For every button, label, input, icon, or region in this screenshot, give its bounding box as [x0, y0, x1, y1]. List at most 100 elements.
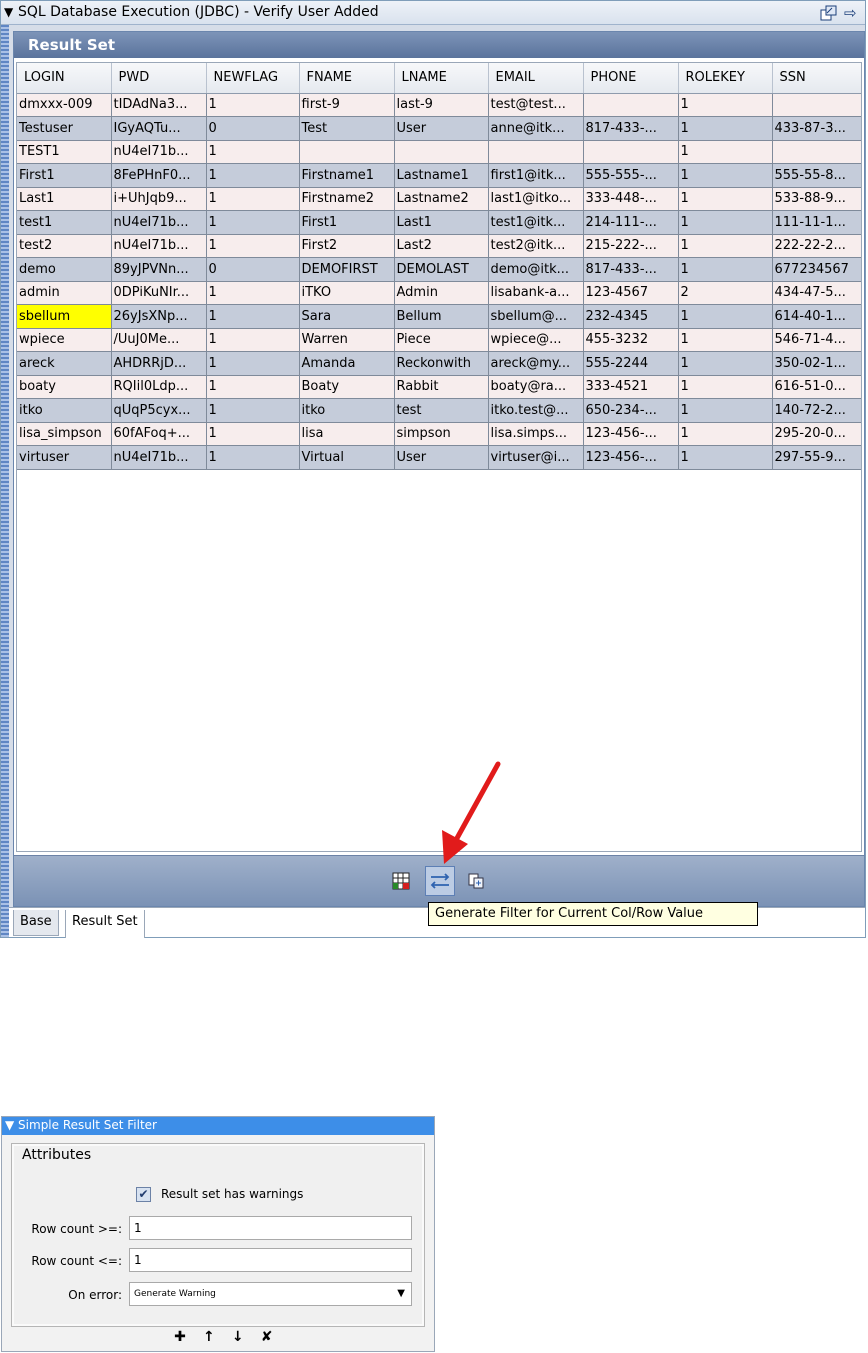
table-cell-rolekey[interactable]: 1: [678, 375, 773, 399]
table-cell-email[interactable]: test2@itk...: [488, 234, 584, 258]
table-cell-fname[interactable]: Firstname1: [299, 163, 395, 188]
row-count-min-input[interactable]: 1: [129, 1216, 412, 1240]
table-cell-email[interactable]: sbellum@...: [488, 304, 584, 329]
arrow-right-icon[interactable]: ⇨: [844, 4, 857, 22]
table-cell-rolekey[interactable]: 1: [678, 93, 773, 117]
table-cell-pwd[interactable]: tIDAdNa3...: [111, 93, 207, 117]
table-cell-fname[interactable]: Virtual: [299, 445, 395, 470]
table-cell-fname[interactable]: Test: [299, 116, 395, 141]
table-cell-lname[interactable]: Lastname1: [394, 163, 489, 188]
table-cell-email[interactable]: virtuser@i...: [488, 445, 584, 470]
table-cell-login[interactable]: First1: [17, 163, 112, 188]
table-cell-pwd[interactable]: RQIil0Ldp...: [111, 375, 207, 399]
table-cell-rolekey[interactable]: 1: [678, 163, 773, 188]
table-cell-email[interactable]: areck@my...: [488, 351, 584, 376]
table-cell-lname[interactable]: Piece: [394, 328, 489, 352]
detach-window-icon[interactable]: [820, 5, 837, 21]
table-cell-lname[interactable]: Admin: [394, 281, 489, 305]
table-cell-ssn[interactable]: 222-22-2...: [772, 234, 861, 258]
table-row[interactable]: Testuser IGyAQTu... 0 Test User anne@itk... 81…: [17, 116, 861, 141]
table-cell-newflag[interactable]: 1: [206, 422, 300, 446]
table-cell-pwd[interactable]: 0DPiKuNIr...: [111, 281, 207, 305]
table-cell-email[interactable]: test1@itk...: [488, 210, 584, 235]
table-cell-fname[interactable]: Amanda: [299, 351, 395, 376]
table-cell-pwd[interactable]: 89yJPVNn...: [111, 257, 207, 282]
table-cell-phone[interactable]: 555-2244: [583, 351, 679, 376]
table-cell-email[interactable]: lisa.simps...: [488, 422, 584, 446]
table-cell-phone[interactable]: 232-4345: [583, 304, 679, 329]
table-cell-login[interactable]: TEST1: [17, 140, 112, 164]
table-cell-newflag[interactable]: 1: [206, 328, 300, 352]
tab-result-set[interactable]: Result Set: [65, 910, 145, 938]
table-cell-pwd[interactable]: qUqP5cyx...: [111, 398, 207, 423]
table-cell-email[interactable]: last1@itko...: [488, 187, 584, 211]
table-cell-lname[interactable]: Bellum: [394, 304, 489, 329]
table-cell-email[interactable]: wpiece@...: [488, 328, 584, 352]
column-header-email[interactable]: EMAIL: [488, 63, 584, 94]
copy-icon[interactable]: [465, 870, 487, 892]
table-cell-fname[interactable]: Sara: [299, 304, 395, 329]
table-row[interactable]: areck AHDRRjD... 1 Amanda Reckonwith areck@my…: [17, 351, 861, 376]
table-cell-fname[interactable]: DEMOFIRST: [299, 257, 395, 282]
table-cell-login[interactable]: test2: [17, 234, 112, 258]
table-cell-newflag[interactable]: 1: [206, 234, 300, 258]
table-cell-login[interactable]: demo: [17, 257, 112, 282]
table-cell-phone[interactable]: [583, 93, 679, 117]
table-row[interactable]: demo 89yJPVNn... 0 DEMOFIRST DEMOLAST demo@it…: [17, 257, 861, 282]
table-cell-lname[interactable]: Lastname2: [394, 187, 489, 211]
table-cell-email[interactable]: boaty@ra...: [488, 375, 584, 399]
table-row[interactable]: dmxxx-009 tIDAdNa3... 1 first-9 last-9 test@t…: [17, 93, 861, 117]
add-icon[interactable]: ✚: [168, 1329, 192, 1345]
column-header-pwd[interactable]: PWD: [111, 63, 207, 94]
table-cell-login[interactable]: itko: [17, 398, 112, 423]
table-cell-pwd[interactable]: 26yJsXNp...: [111, 304, 207, 329]
table-cell-fname[interactable]: Boaty: [299, 375, 395, 399]
table-cell-email[interactable]: demo@itk...: [488, 257, 584, 282]
table-cell-phone[interactable]: 650-234-...: [583, 398, 679, 423]
table-cell-login[interactable]: dmxxx-009: [17, 93, 112, 117]
table-cell-rolekey[interactable]: 1: [678, 351, 773, 376]
table-cell-phone[interactable]: 817-433-...: [583, 116, 679, 141]
table-cell-lname[interactable]: Rabbit: [394, 375, 489, 399]
table-cell-newflag[interactable]: 1: [206, 351, 300, 376]
tab-base[interactable]: Base: [13, 910, 59, 936]
table-cell-phone[interactable]: 455-3232: [583, 328, 679, 352]
table-cell-rolekey[interactable]: 1: [678, 304, 773, 329]
table-cell-pwd[interactable]: /UuJ0Me...: [111, 328, 207, 352]
table-cell-newflag[interactable]: 1: [206, 304, 300, 329]
table-cell-ssn[interactable]: 533-88-9...: [772, 187, 861, 211]
table-cell-pwd[interactable]: nU4eI71b...: [111, 210, 207, 235]
table-cell-lname[interactable]: last-9: [394, 93, 489, 117]
table-cell-email[interactable]: [488, 140, 584, 164]
table-cell-newflag[interactable]: 1: [206, 140, 300, 164]
table-cell-phone[interactable]: 123-4567: [583, 281, 679, 305]
table-cell-lname[interactable]: Last2: [394, 234, 489, 258]
table-cell-login[interactable]: Last1: [17, 187, 112, 211]
table-cell-rolekey[interactable]: 1: [678, 398, 773, 423]
column-header-fname[interactable]: FNAME: [299, 63, 395, 94]
table-cell-pwd[interactable]: 60fAFoq+...: [111, 422, 207, 446]
table-cell-email[interactable]: itko.test@...: [488, 398, 584, 423]
move-down-icon[interactable]: ↓: [226, 1329, 250, 1345]
on-error-select[interactable]: Generate Warning ▼: [129, 1282, 412, 1306]
table-cell-phone[interactable]: 555-555-...: [583, 163, 679, 188]
table-cell-pwd[interactable]: nU4eI71b...: [111, 445, 207, 470]
table-cell-ssn[interactable]: 434-47-5...: [772, 281, 861, 305]
table-row[interactable]: First1 8FePHnF0... 1 Firstname1 Lastname1 fir…: [17, 163, 861, 188]
table-cell-rolekey[interactable]: 1: [678, 116, 773, 141]
table-cell-newflag[interactable]: 1: [206, 163, 300, 188]
table-row[interactable]: test2 nU4eI71b... 1 First2 Last2 test2@itk...…: [17, 234, 861, 258]
table-cell-login[interactable]: areck: [17, 351, 112, 376]
table-row[interactable]: lisa_simpson 60fAFoq+... 1 lisa simpson lisa.…: [17, 422, 861, 446]
table-row[interactable]: itko qUqP5cyx... 1 itko test itko.test@... 650…: [17, 398, 861, 423]
table-row[interactable]: TEST1 nU4eI71b... 1 1: [17, 140, 861, 164]
table-cell-ssn[interactable]: [772, 140, 861, 164]
table-cell-newflag[interactable]: 1: [206, 187, 300, 211]
table-cell-fname[interactable]: itko: [299, 398, 395, 423]
table-cell-ssn[interactable]: 546-71-4...: [772, 328, 861, 352]
table-cell-rolekey[interactable]: 1: [678, 422, 773, 446]
table-cell-login[interactable]: test1: [17, 210, 112, 235]
table-cell-lname[interactable]: Last1: [394, 210, 489, 235]
table-cell-ssn[interactable]: 555-55-8...: [772, 163, 861, 188]
table-cell-ssn[interactable]: 433-87-3...: [772, 116, 861, 141]
